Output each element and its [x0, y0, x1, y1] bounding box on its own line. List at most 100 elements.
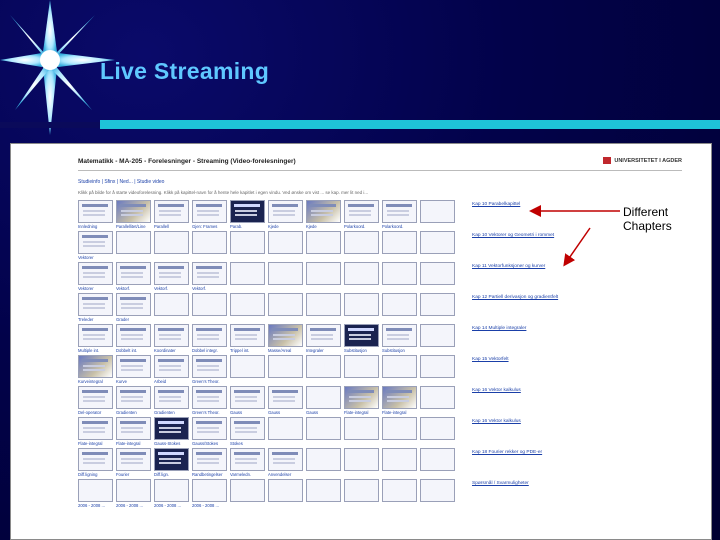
thumbnail-label[interactable]: Vektorer — [78, 255, 114, 260]
lecture-thumbnail[interactable]: Masse/Areal — [268, 324, 303, 355]
chapter-link[interactable]: Kap 16 Vektor kalkulus — [472, 419, 521, 424]
lecture-thumbnail[interactable]: Stokes — [230, 417, 265, 448]
thumbnail-label[interactable]: Stokes — [230, 441, 266, 446]
lecture-thumbnail[interactable]: Vektorf. — [192, 262, 227, 293]
lecture-thumbnail[interactable]: Multiple int. — [78, 324, 113, 355]
chapter-link[interactable]: Kap 10 Vektorer og Geometri i rommet — [472, 233, 554, 238]
thumbnail-label[interactable]: 2006 - 2008 ... — [78, 503, 114, 508]
lecture-thumbnail[interactable]: Vektorer — [78, 231, 113, 262]
lecture-thumbnail[interactable]: Kjede — [268, 200, 303, 231]
lecture-thumbnail[interactable]: Grader — [116, 293, 151, 324]
lecture-thumbnail[interactable]: Integraler — [306, 324, 341, 355]
lecture-thumbnail[interactable]: Flate-integral — [116, 417, 151, 448]
thumbnail-label[interactable]: Parallell — [154, 224, 190, 229]
lecture-thumbnail[interactable]: Arbeid — [154, 355, 189, 386]
lecture-thumbnail[interactable]: Gauss — [268, 386, 303, 417]
thumbnail-label[interactable]: Kurveintegral — [78, 379, 114, 384]
lecture-thumbnail[interactable]: Parab. — [230, 200, 265, 231]
thumbnail-label[interactable]: Parallellitet/Line — [116, 224, 152, 229]
lecture-thumbnail[interactable]: Diff.ligning — [78, 448, 113, 479]
lecture-thumbnail[interactable]: Green's Theor. — [192, 386, 227, 417]
lecture-thumbnail[interactable]: 2006 - 2008 ... — [116, 479, 151, 510]
lecture-thumbnail[interactable]: Kurve — [116, 355, 151, 386]
lecture-thumbnail[interactable]: Polarkoord. — [344, 200, 379, 231]
thumbnail-label[interactable]: Kjede — [306, 224, 342, 229]
thumbnail-label[interactable]: Treleder — [78, 317, 114, 322]
chapter-link[interactable]: Kap 18 Fourier rekker og PDE-er — [472, 450, 542, 455]
lecture-thumbnail[interactable]: Substitusjon — [344, 324, 379, 355]
chapter-link[interactable]: Kap 16 Vektor kalkulus — [472, 388, 521, 393]
lecture-thumbnail[interactable]: Vektorer — [78, 262, 113, 293]
thumbnail-label[interactable]: Substitusjon — [382, 348, 418, 353]
thumbnail-label[interactable]: Gauss — [230, 410, 266, 415]
lecture-thumbnail[interactable]: Dobbel integr. — [192, 324, 227, 355]
thumbnail-label[interactable]: Diff.ligning — [78, 472, 114, 477]
lecture-thumbnail[interactable]: Kurveintegral — [78, 355, 113, 386]
lecture-thumbnail[interactable]: 2006 - 2008 ... — [78, 479, 113, 510]
lecture-thumbnail[interactable]: Flate-integral — [78, 417, 113, 448]
chapter-link[interactable]: Kap 11 Vektorfunksjoner og kurver — [472, 264, 545, 269]
lecture-thumbnail[interactable]: Gauss — [306, 386, 341, 417]
lecture-thumbnail[interactable]: Gauss/Stokes — [192, 417, 227, 448]
thumbnail-label[interactable]: Green's Theor. — [192, 410, 228, 415]
thumbnail-label[interactable]: Randbetingelser — [192, 472, 228, 477]
thumbnail-label[interactable]: Vektorf. — [154, 286, 190, 291]
thumbnail-label[interactable]: Kurve — [116, 379, 152, 384]
thumbnail-label[interactable]: Gjen: Frames — [192, 224, 228, 229]
lecture-thumbnail[interactable]: Gauss-Stokes — [154, 417, 189, 448]
thumbnail-label[interactable]: Koordinater — [154, 348, 190, 353]
lecture-thumbnail[interactable]: Parallellitet/Line — [116, 200, 151, 231]
lecture-thumbnail[interactable]: Vektorf. — [116, 262, 151, 293]
thumbnail-label[interactable]: Kjede — [268, 224, 304, 229]
thumbnail-label[interactable]: 2006 - 2008 ... — [154, 503, 190, 508]
lecture-thumbnail[interactable]: 2006 - 2008 ... — [154, 479, 189, 510]
thumbnail-label[interactable]: Dobbel integr. — [192, 348, 228, 353]
thumbnail-label[interactable]: Gauss/Stokes — [192, 441, 228, 446]
lecture-thumbnail[interactable]: Anvendelser — [268, 448, 303, 479]
thumbnail-label[interactable]: Flate-integral — [78, 441, 114, 446]
thumbnail-label[interactable]: Del-operator — [78, 410, 114, 415]
thumbnail-label[interactable]: Innledning — [78, 224, 114, 229]
thumbnail-label[interactable]: Vektorer — [78, 286, 114, 291]
thumbnail-label[interactable]: Grader — [116, 317, 152, 322]
thumbnail-label[interactable]: Green's Theor. — [192, 379, 228, 384]
lecture-thumbnail[interactable]: Del-operator — [78, 386, 113, 417]
thumbnail-label[interactable]: 2006 - 2008 ... — [116, 503, 152, 508]
lecture-thumbnail[interactable]: Gauss — [230, 386, 265, 417]
thumbnail-label[interactable]: Anvendelser — [268, 472, 304, 477]
lecture-thumbnail[interactable]: Gradienten — [116, 386, 151, 417]
chapter-link[interactable]: Kap 12 Partiell derivasjon og gradientfe… — [472, 295, 558, 300]
thumbnail-label[interactable]: Multiple int. — [78, 348, 114, 353]
thumbnail-label[interactable]: Diff.lign. — [154, 472, 190, 477]
thumbnail-label[interactable]: Masse/Areal — [268, 348, 304, 353]
lecture-thumbnail[interactable]: Gjen: Frames — [192, 200, 227, 231]
lecture-thumbnail[interactable]: Diff.lign. — [154, 448, 189, 479]
lecture-thumbnail[interactable]: Polarkoord. — [382, 200, 417, 231]
thumbnail-label[interactable]: Gauss-Stokes — [154, 441, 190, 446]
lecture-thumbnail[interactable]: 2006 - 2008 ... — [192, 479, 227, 510]
chapter-link[interactable]: Kap 10 Parabelkapittel — [472, 202, 520, 207]
lecture-thumbnail[interactable]: Randbetingelser — [192, 448, 227, 479]
thumbnail-label[interactable]: Arbeid — [154, 379, 190, 384]
lecture-thumbnail[interactable]: Dobbelt int. — [116, 324, 151, 355]
thumbnail-label[interactable]: Polarkoord. — [344, 224, 380, 229]
lecture-thumbnail[interactable]: Vektorf. — [154, 262, 189, 293]
lecture-thumbnail[interactable]: Fourier — [116, 448, 151, 479]
thumbnail-label[interactable]: Parab. — [230, 224, 266, 229]
lecture-thumbnail[interactable]: Trippel int. — [230, 324, 265, 355]
thumbnail-label[interactable]: Gradienten — [116, 410, 152, 415]
lecture-thumbnail[interactable]: Flate-integral — [382, 386, 417, 417]
thumbnail-label[interactable]: Gauss — [268, 410, 304, 415]
lecture-thumbnail[interactable]: Substitusjon — [382, 324, 417, 355]
chapter-link[interactable]: Spørsmål / Svarmuligheter — [472, 481, 529, 486]
lecture-thumbnail[interactable]: Varmeledn. — [230, 448, 265, 479]
thumbnail-label[interactable]: Gradienten — [154, 410, 190, 415]
thumbnail-label[interactable]: Varmeledn. — [230, 472, 266, 477]
university-logo[interactable]: UNIVERSITETET I AGDER — [603, 157, 682, 164]
thumbnail-label[interactable]: Vektorf. — [116, 286, 152, 291]
breadcrumb[interactable]: Studieinfo | Sfinx | Ned... | Studie vid… — [78, 179, 164, 185]
thumbnail-label[interactable]: Polarkoord. — [382, 224, 418, 229]
thumbnail-label[interactable]: 2006 - 2008 ... — [192, 503, 228, 508]
thumbnail-label[interactable]: Fourier — [116, 472, 152, 477]
thumbnail-label[interactable]: Substitusjon — [344, 348, 380, 353]
